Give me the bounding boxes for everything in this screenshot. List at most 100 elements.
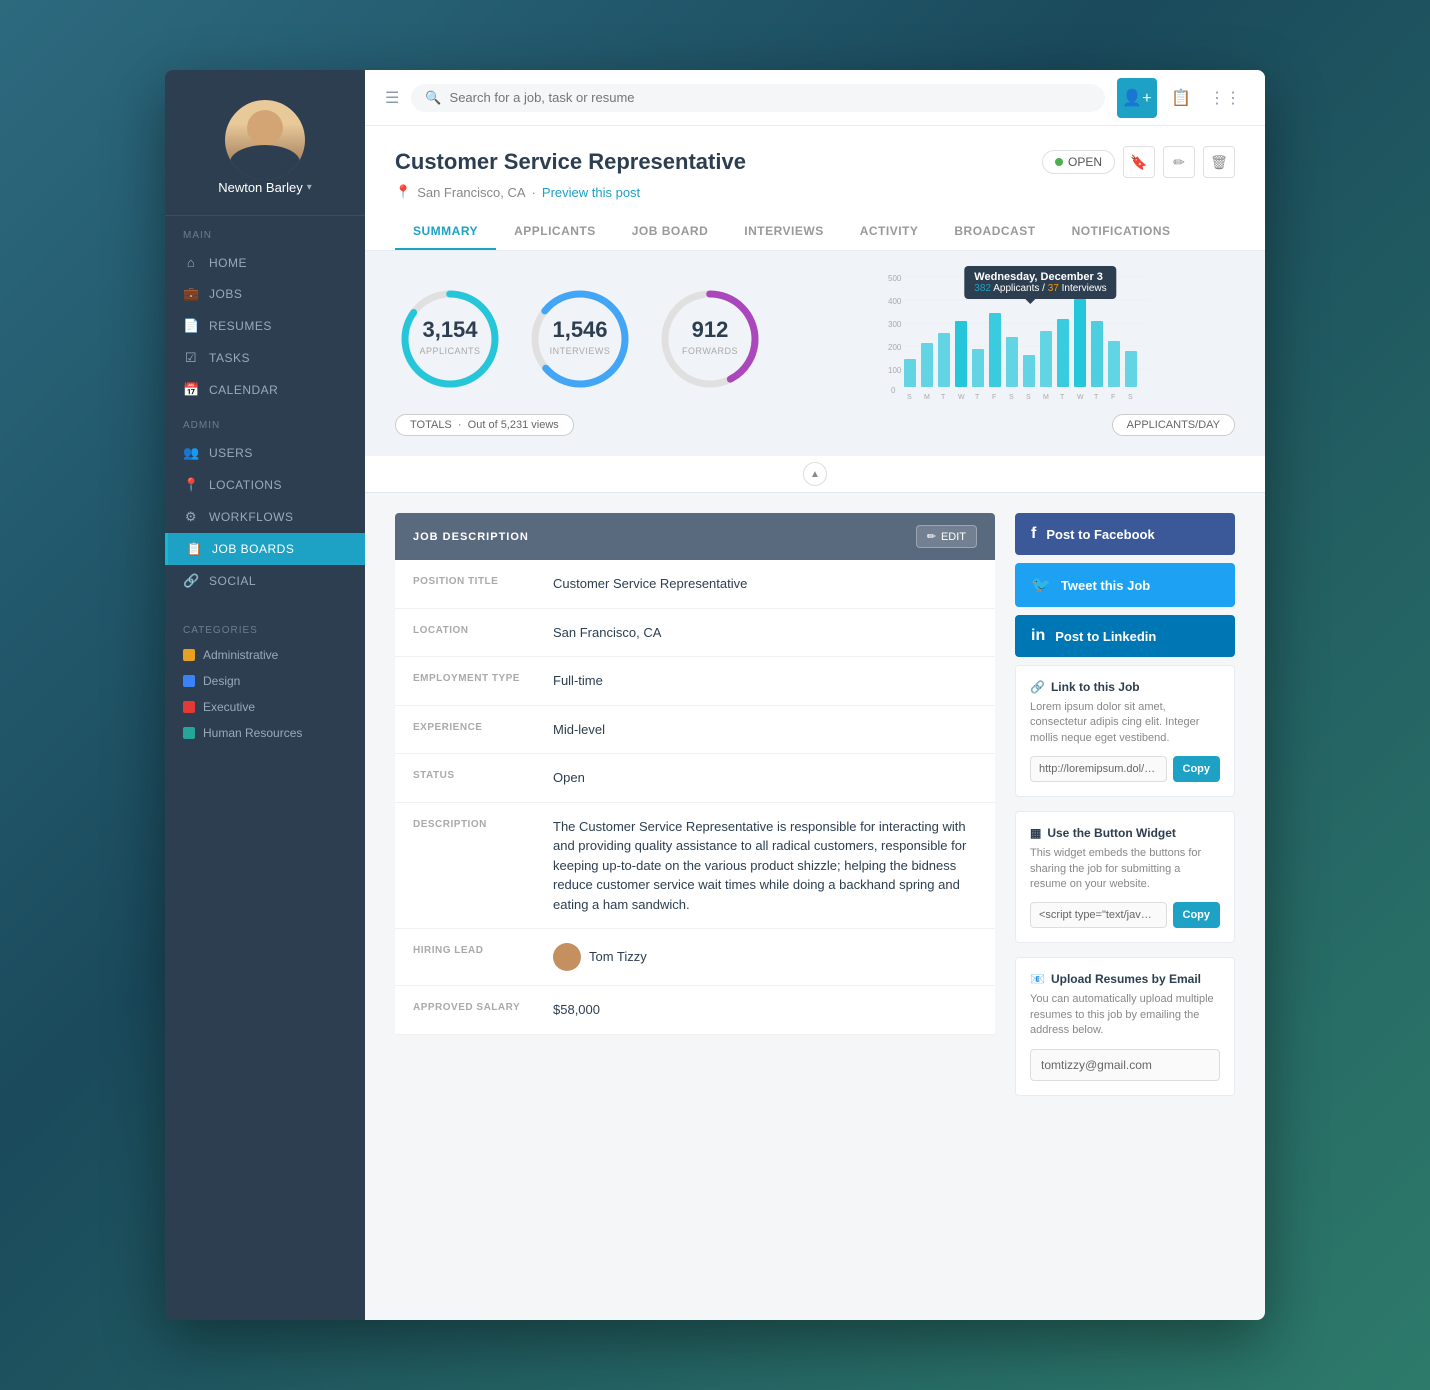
- sidebar-item-resumes[interactable]: 📄 RESUMES: [165, 310, 365, 342]
- lower-section: JOB DESCRIPTION ✏ EDIT POSITION TITLE Cu…: [365, 493, 1265, 1320]
- category-administrative[interactable]: Administrative: [165, 642, 365, 668]
- location-pin-icon: 📍: [395, 184, 411, 200]
- tab-interviews[interactable]: INTERVIEWS: [726, 214, 841, 250]
- sidebar-item-workflows[interactable]: ⚙ WORKFLOWS: [165, 501, 365, 533]
- category-label-administrative: Administrative: [203, 648, 278, 662]
- twitter-icon: 🐦: [1031, 575, 1051, 595]
- svg-text:S: S: [1128, 394, 1133, 401]
- user-name: Newton Barley: [218, 180, 303, 195]
- sidebar-item-job-boards[interactable]: 📋 JOB BOARDS: [165, 533, 365, 565]
- category-dot-administrative: [183, 649, 195, 661]
- tooltip-interviews: 37: [1048, 283, 1059, 294]
- sidebar-item-calendar[interactable]: 📅 CALENDAR: [165, 374, 365, 406]
- status-dot: [1055, 158, 1063, 166]
- search-box: 🔍: [411, 84, 1105, 112]
- nav-label-social: SOCIAL: [209, 574, 256, 588]
- svg-text:400: 400: [888, 297, 902, 306]
- grid-button[interactable]: ⋮⋮: [1205, 78, 1245, 118]
- label-location: LOCATION: [413, 623, 533, 636]
- value-employment-type: Full-time: [553, 671, 977, 691]
- widget-copy-button[interactable]: Copy: [1173, 902, 1221, 928]
- forwards-stat: 912 FORWARDS: [655, 284, 765, 394]
- tab-applicants[interactable]: APPLICANTS: [496, 214, 614, 250]
- link-copy-row: http://loremipsum.dol/sit amet... Copy: [1030, 756, 1220, 782]
- totals-badge: TOTALS · Out of 5,231 views: [395, 414, 574, 436]
- tab-activity[interactable]: ACTIVITY: [842, 214, 937, 250]
- applicants-day-label: APPLICANTS/DAY: [1127, 419, 1220, 431]
- sidebar-item-social[interactable]: 🔗 SOCIAL: [165, 565, 365, 597]
- category-dot-executive: [183, 701, 195, 713]
- bookmark-button[interactable]: 🔖: [1123, 146, 1155, 178]
- delete-button[interactable]: 🗑: [1203, 146, 1235, 178]
- sidebar-item-locations[interactable]: 📍 LOCATIONS: [165, 469, 365, 501]
- summary-section: 3,154 APPLICANTS 1,546 INT: [365, 251, 1265, 456]
- calendar-topbar-button[interactable]: 📋: [1161, 78, 1201, 118]
- search-icon: 🔍: [425, 90, 441, 106]
- status-badge[interactable]: OPEN: [1042, 150, 1115, 174]
- value-description: The Customer Service Representative is r…: [553, 817, 977, 915]
- nav-label-tasks: TASKS: [209, 351, 250, 365]
- user-profile-section: Newton Barley ▾: [165, 70, 365, 216]
- chevron-down-icon: ▾: [307, 182, 312, 193]
- post-linkedin-button[interactable]: in Post to Linkedin: [1015, 615, 1235, 657]
- value-experience: Mid-level: [553, 720, 977, 740]
- hiring-lead-avatar: [553, 943, 581, 971]
- sidebar-item-tasks[interactable]: ☑ TASKS: [165, 342, 365, 374]
- linkedin-icon: in: [1031, 627, 1045, 645]
- label-status: STATUS: [413, 768, 533, 781]
- field-salary: APPROVED SALARY $58,000: [395, 986, 995, 1035]
- nav-label-jobs: JoBS: [209, 287, 242, 301]
- sidebar-item-users[interactable]: 👥 USERS: [165, 437, 365, 469]
- collapse-button[interactable]: ▲: [803, 462, 827, 486]
- nav-label-resumes: RESUMES: [209, 319, 272, 333]
- category-label-executive: Executive: [203, 700, 255, 714]
- upload-icon: 📧: [1030, 972, 1045, 986]
- calendar-icon: 📅: [183, 382, 199, 398]
- svg-text:100: 100: [888, 366, 902, 375]
- sidebar-item-home[interactable]: ⌂ HOME: [165, 247, 365, 278]
- forwards-label: FORWARDS: [682, 346, 738, 356]
- avatar: [225, 100, 305, 180]
- svg-text:500: 500: [888, 274, 902, 283]
- category-label-design: Design: [203, 674, 240, 688]
- edit-button[interactable]: ✏: [1163, 146, 1195, 178]
- tooltip-date: Wednesday, December 3: [974, 271, 1106, 283]
- main-content: ☰ 🔍 👤+ 📋 ⋮⋮ Customer Service Representat…: [365, 70, 1265, 1320]
- hiring-lead-name: Tom Tizzy: [589, 947, 647, 967]
- tab-notifications[interactable]: NOTIFICATIONS: [1054, 214, 1189, 250]
- sidebar-item-jobs[interactable]: 💼 JoBS: [165, 278, 365, 310]
- tooltip-applicants: 382: [974, 283, 991, 294]
- svg-text:0: 0: [891, 386, 896, 395]
- upload-email-section: 📧 Upload Resumes by Email You can automa…: [1015, 957, 1235, 1095]
- category-executive[interactable]: Executive: [165, 694, 365, 720]
- link-copy-button[interactable]: Copy: [1173, 756, 1221, 782]
- value-status: Open: [553, 768, 977, 788]
- svg-text:T: T: [1060, 394, 1065, 401]
- twitter-label: Tweet this Job: [1061, 578, 1150, 593]
- field-description: DESCRIPTION The Customer Service Represe…: [395, 803, 995, 930]
- tweet-job-button[interactable]: 🐦 Tweet this Job: [1015, 563, 1235, 607]
- chart-bottom: TOTALS · Out of 5,231 views APPLICANTS/D…: [395, 414, 1235, 436]
- category-design[interactable]: Design: [165, 668, 365, 694]
- panel-header: JOB DESCRIPTION ✏ EDIT: [395, 513, 995, 560]
- field-status: STATUS Open: [395, 754, 995, 803]
- post-facebook-button[interactable]: f Post to Facebook: [1015, 513, 1235, 555]
- user-name-dropdown[interactable]: Newton Barley ▾: [218, 180, 312, 195]
- categories-label: Categories: [165, 611, 365, 642]
- add-person-button[interactable]: 👤+: [1117, 78, 1157, 118]
- category-dot-hr: [183, 727, 195, 739]
- tab-summary[interactable]: SUMMARY: [395, 214, 496, 250]
- tab-job-board[interactable]: JOB BOARD: [614, 214, 727, 250]
- svg-text:T: T: [1094, 394, 1099, 401]
- menu-icon[interactable]: ☰: [385, 88, 399, 108]
- edit-job-button[interactable]: ✏ EDIT: [916, 525, 977, 548]
- field-employment-type: EMPLOYMENT TYPE Full-time: [395, 657, 995, 706]
- home-icon: ⌂: [183, 255, 199, 270]
- collapse-section: ▲: [365, 456, 1265, 493]
- upload-email-input[interactable]: [1030, 1049, 1220, 1081]
- preview-link[interactable]: Preview this post: [542, 185, 640, 200]
- category-hr[interactable]: Human Resources: [165, 720, 365, 746]
- tab-broadcast[interactable]: BROADCAST: [936, 214, 1053, 250]
- field-position-title: POSITION TITLE Customer Service Represen…: [395, 560, 995, 609]
- search-input[interactable]: [450, 90, 1091, 105]
